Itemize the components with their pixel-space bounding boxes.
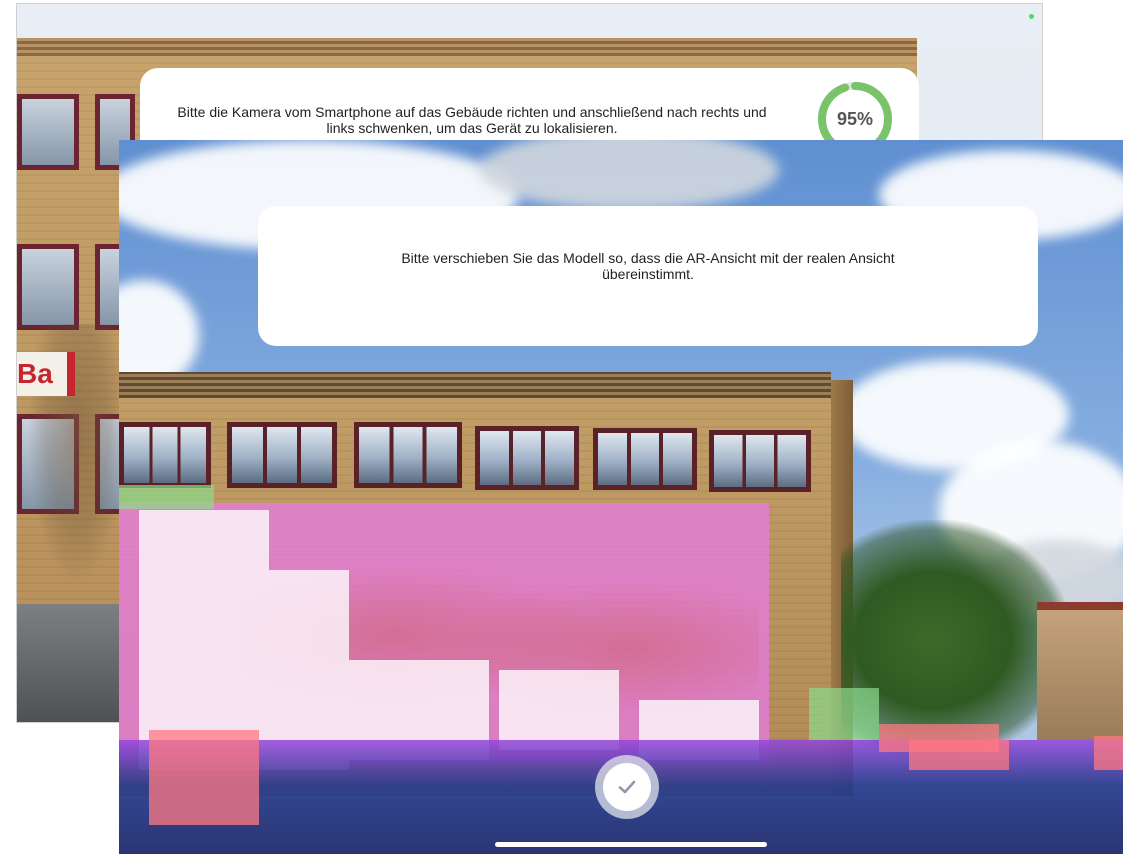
building-window — [17, 244, 79, 330]
building-window — [475, 426, 579, 490]
alignment-instruction-text: Bitte verschieben Sie das Modell so, das… — [401, 250, 895, 282]
front-screenshot: Bitte verschieben Sie das Modell so, das… — [119, 140, 1123, 854]
building-window — [593, 428, 697, 490]
building-roof-edge — [17, 38, 917, 56]
ar-model-block — [149, 730, 259, 825]
building-window — [709, 430, 811, 492]
cloud — [479, 140, 779, 210]
confirm-button-face[interactable] — [603, 763, 651, 811]
bank-sign-text: Ba — [17, 358, 53, 389]
neighbor-building — [1037, 610, 1123, 740]
building-window — [119, 422, 211, 488]
checkmark-icon — [618, 780, 636, 794]
ar-model-block — [499, 670, 619, 750]
ar-model-block — [1094, 736, 1123, 770]
confirm-alignment-button[interactable] — [595, 755, 659, 819]
ar-model-block — [809, 688, 879, 740]
home-indicator[interactable] — [495, 842, 767, 847]
building-window — [227, 422, 337, 488]
camera-indicator-dot — [1029, 14, 1034, 19]
bank-sign: Ba — [17, 352, 75, 396]
building-roof-edge — [119, 372, 831, 398]
alignment-instruction-card: Bitte verschieben Sie das Modell so, das… — [258, 206, 1038, 346]
building-window — [354, 422, 462, 488]
ar-model-block — [119, 485, 214, 509]
building-window — [17, 94, 79, 170]
localization-instruction-text: Bitte die Kamera vom Smartphone auf das … — [177, 104, 767, 136]
ar-model-block — [909, 740, 1009, 770]
